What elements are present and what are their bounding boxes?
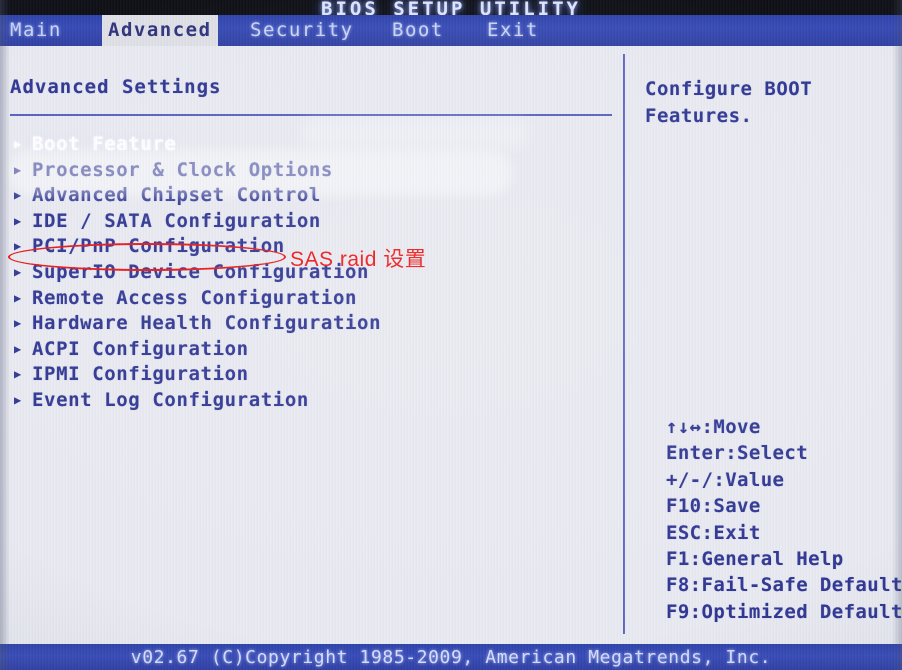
menu-item-label: Advanced Chipset Control (32, 184, 321, 207)
key-legend-line: ESC:Exit (666, 521, 761, 544)
menu-bar: Main Advanced Security Boot Exit (0, 15, 902, 46)
key-legend-line: F1:General Help (666, 548, 844, 571)
help-text-line: Features. (645, 105, 753, 127)
submenu-arrow-icon: ▶ (14, 162, 22, 177)
bios-setup-screen: BIOS SETUP UTILITY Main Advanced Security B… (0, 0, 902, 670)
menu-item-ide-sata-configuration[interactable]: ▶ IDE / SATA Configuration (0, 209, 620, 235)
tab-exit[interactable]: Exit (481, 15, 545, 46)
vertical-divider (623, 54, 625, 634)
title-strip: BIOS SETUP UTILITY (0, 0, 902, 20)
menu-item-remote-access-configuration[interactable]: ▶ Remote Access Configuration (0, 286, 620, 312)
key-legend-line: +/-/:Value (666, 468, 785, 491)
menu-item-label: Event Log Configuration (32, 388, 309, 411)
key-legend-line: ↑↓↔:Move (666, 416, 761, 438)
submenu-arrow-icon: ▶ (14, 392, 22, 407)
menu-item-label: PCI/PnP Configuration (32, 235, 285, 258)
submenu-arrow-icon: ▶ (14, 188, 22, 203)
tab-advanced[interactable]: Advanced (102, 15, 218, 46)
menu-item-label: IDE / SATA Configuration (32, 209, 321, 232)
menu-item-label: Hardware Health Configuration (32, 312, 382, 335)
key-legend-line: F8:Fail-Safe Defaults (666, 574, 902, 597)
help-panel: Configure BOOT Features. (645, 76, 895, 130)
menu-item-label: Processor & Clock Options (32, 158, 333, 181)
key-legend-line: F10:Save (666, 495, 761, 518)
key-legend-line: Enter:Select (666, 442, 809, 465)
help-text-line: Configure BOOT (645, 78, 813, 100)
menu-item-label: Boot Feature (32, 133, 177, 155)
menu-item-ipmi-configuration[interactable]: ▶ IPMI Configuration (0, 362, 620, 388)
submenu-arrow-icon: ▶ (14, 367, 22, 382)
copyright-text: v02.67 (C)Copyright 1985-2009, American … (130, 647, 772, 668)
menu-item-label: Remote Access Configuration (32, 286, 358, 309)
tab-boot[interactable]: Boot (386, 15, 450, 46)
main-body: Advanced Settings ▶ Boot Feature ▶ Processo… (0, 46, 902, 640)
page-title: Advanced Settings (10, 76, 222, 98)
key-legend-panel: ↑↓↔:Move Enter:Select +/-/:Value F10:Save ES… (666, 414, 902, 625)
menu-item-event-log-configuration[interactable]: ▶ Event Log Configuration (0, 388, 620, 414)
submenu-arrow-icon: ▶ (14, 264, 22, 279)
menu-item-hardware-health-configuration[interactable]: ▶ Hardware Health Configuration (0, 311, 620, 337)
menu-item-acpi-configuration[interactable]: ▶ ACPI Configuration (0, 337, 620, 363)
submenu-arrow-icon: ▶ (14, 341, 22, 356)
submenu-arrow-icon: ▶ (14, 290, 22, 305)
menu-item-label: IPMI Configuration (32, 363, 249, 386)
submenu-arrow-icon: ▶ (14, 316, 22, 331)
menu-item-advanced-chipset-control[interactable]: ▶ Advanced Chipset Control (0, 183, 620, 209)
menu-item-label: ACPI Configuration (32, 337, 249, 360)
horizontal-divider (10, 114, 612, 116)
menu-tabs: Main Advanced Security Boot Exit (0, 15, 902, 46)
footer-bar: v02.67 (C)Copyright 1985-2009, American … (0, 644, 902, 670)
menu-item-processor-clock-options[interactable]: ▶ Processor & Clock Options (0, 158, 620, 184)
submenu-arrow-icon: ▶ (14, 239, 22, 254)
menu-item-boot-feature[interactable]: ▶ Boot Feature (0, 132, 620, 158)
annotation-label: SAS raid 设置 (290, 248, 427, 271)
tab-security[interactable]: Security (244, 15, 360, 46)
key-legend-line: F9:Optimized Defaults (666, 600, 902, 623)
submenu-arrow-icon: ▶ (14, 137, 22, 151)
tab-main[interactable]: Main (4, 15, 68, 46)
submenu-arrow-icon: ▶ (14, 213, 22, 228)
